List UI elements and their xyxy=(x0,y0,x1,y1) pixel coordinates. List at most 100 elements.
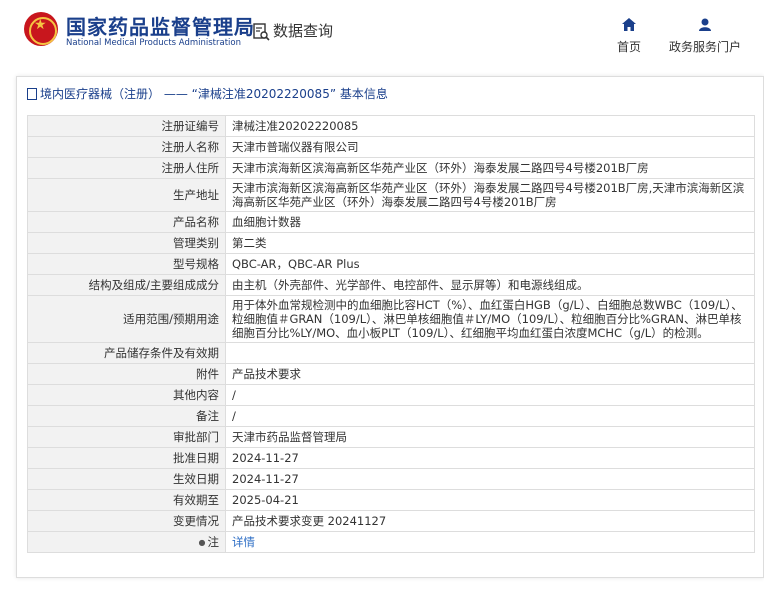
field-value: 由主机（外壳部件、光学部件、电控部件、显示屏等）和电源线组成。 xyxy=(225,274,755,296)
field-value: 用于体外血常规检测中的血细胞比容HCT（%）、血红蛋白HGB（g/L）、白细胞总… xyxy=(225,295,755,343)
field-value: 2024-11-27 xyxy=(225,468,755,490)
field-value-text: 产品技术要求变更 20241127 xyxy=(232,514,387,528)
field-label: 结构及组成/主要组成成分 xyxy=(27,274,226,296)
site-title-en: National Medical Products Administration xyxy=(66,38,241,48)
field-label-text: 产品储存条件及有效期 xyxy=(104,346,219,360)
field-value: 天津市滨海新区滨海高新区华苑产业区（环外）海泰发展二路四号4号楼201B厂房,天… xyxy=(225,178,755,212)
nav-service-label: 政务服务门户 xyxy=(668,40,741,54)
field-label-text: 变更情况 xyxy=(173,514,219,528)
table-row: 注册人名称 天津市普瑞仪器有限公司 xyxy=(27,136,755,158)
field-value-text: QBC-AR，QBC-AR Plus xyxy=(232,257,360,271)
data-query-label: 数据查询 xyxy=(273,22,334,40)
field-value: QBC-AR，QBC-AR Plus xyxy=(225,253,755,275)
nav-home-label: 首页 xyxy=(616,40,641,54)
field-value-text: 产品技术要求 xyxy=(232,367,301,381)
table-row: 变更情况 产品技术要求变更 20241127 xyxy=(27,510,755,532)
field-label: 型号规格 xyxy=(27,253,226,275)
field-label-text: 型号规格 xyxy=(173,257,219,271)
table-row: 批准日期 2024-11-27 xyxy=(27,447,755,469)
table-row: 管理类别 第二类 xyxy=(27,232,755,254)
field-value-text: / xyxy=(232,409,236,423)
field-value: 津械注准20202220085 xyxy=(225,115,755,137)
table-row: 产品储存条件及有效期 xyxy=(27,342,755,364)
field-label-text: 审批部门 xyxy=(173,430,219,444)
field-label: 产品名称 xyxy=(27,211,226,233)
field-label-text: 生效日期 xyxy=(173,472,219,486)
field-value-text: 第二类 xyxy=(232,236,267,250)
field-label-text: 批准日期 xyxy=(173,451,219,465)
field-label-text: 其他内容 xyxy=(173,388,219,402)
field-label-text: 注 xyxy=(207,534,220,549)
field-value: 2024-11-27 xyxy=(225,447,755,469)
table-row: 型号规格 QBC-AR，QBC-AR Plus xyxy=(27,253,755,275)
field-label: 注册人住所 xyxy=(27,157,226,179)
field-label-text: 附件 xyxy=(196,367,219,381)
field-value: 天津市滨海新区滨海高新区华苑产业区（环外）海泰发展二路四号4号楼201B厂房 xyxy=(225,157,755,179)
user-icon xyxy=(699,18,711,31)
table-row: 注册人住所 天津市滨海新区滨海高新区华苑产业区（环外）海泰发展二路四号4号楼201… xyxy=(27,157,755,179)
field-label-text: 备注 xyxy=(196,409,219,423)
field-label-text: 注册人名称 xyxy=(161,140,220,154)
table-row: 其他内容 / xyxy=(27,384,755,406)
field-label: ● 注 xyxy=(27,531,226,553)
site-title: 国家药品监督管理局 xyxy=(66,15,255,39)
field-label-text: 产品名称 xyxy=(173,215,219,229)
table-row: 注册证编号 津械注准20202220085 xyxy=(27,115,755,137)
field-label-text: 结构及组成/主要组成成分 xyxy=(88,278,219,292)
field-label: 生效日期 xyxy=(27,468,226,490)
field-label: 适用范围/预期用途 xyxy=(27,295,226,343)
details-link[interactable]: 详情 xyxy=(232,535,255,549)
nav-home[interactable]: 首页 xyxy=(616,16,642,55)
breadcrumb: 境内医疗器械（注册） —— “津械注准20202220085” 基本信息 xyxy=(27,85,388,102)
emblem-logo xyxy=(24,12,58,46)
field-value-text: 天津市滨海新区滨海高新区华苑产业区（环外）海泰发展二路四号4号楼201B厂房 xyxy=(232,161,649,175)
table-row: 生产地址 天津市滨海新区滨海高新区华苑产业区（环外）海泰发展二路四号4号楼201B… xyxy=(27,178,755,212)
search-document-icon xyxy=(253,22,270,41)
field-label-text: 注册证编号 xyxy=(161,119,220,133)
field-value-text: 用于体外血常规检测中的血细胞比容HCT（%）、血红蛋白HGB（g/L）、白细胞总… xyxy=(232,298,743,340)
field-value-text: / xyxy=(232,388,236,402)
field-label: 注册证编号 xyxy=(27,115,226,137)
table-row: 附件 产品技术要求 xyxy=(27,363,755,385)
field-value: / xyxy=(225,384,755,406)
table-row: 适用范围/预期用途 用于体外血常规检测中的血细胞比容HCT（%）、血红蛋白HGB（… xyxy=(27,295,755,343)
data-query-link[interactable]: 数据查询 xyxy=(252,20,333,41)
field-value-text: 2024-11-27 xyxy=(232,472,299,486)
table-row: 结构及组成/主要组成成分 由主机（外壳部件、光学部件、电控部件、显示屏等）和电源线… xyxy=(27,274,755,296)
field-label: 变更情况 xyxy=(27,510,226,532)
field-value-text: 2025-04-21 xyxy=(232,493,299,507)
field-value: 天津市普瑞仪器有限公司 xyxy=(225,136,755,158)
field-value: 产品技术要求 xyxy=(225,363,755,385)
field-value-text: 津械注准20202220085 xyxy=(232,119,359,133)
nav-service-portal[interactable]: 政务服务门户 xyxy=(668,16,742,55)
field-value[interactable]: 详情 xyxy=(225,531,755,553)
field-label: 附件 xyxy=(27,363,226,385)
field-label: 产品储存条件及有效期 xyxy=(27,342,226,364)
field-value: 血细胞计数器 xyxy=(225,211,755,233)
field-label: 批准日期 xyxy=(27,447,226,469)
table-row: 产品名称 血细胞计数器 xyxy=(27,211,755,233)
field-value: 产品技术要求变更 20241127 xyxy=(225,510,755,532)
field-label: 生产地址 xyxy=(27,178,226,212)
field-value: 第二类 xyxy=(225,232,755,254)
home-icon xyxy=(622,18,636,31)
field-value-text: 天津市滨海新区滨海高新区华苑产业区（环外）海泰发展二路四号4号楼201B厂房,天… xyxy=(232,181,745,209)
field-label-text: 适用范围/预期用途 xyxy=(123,312,219,326)
table-row: 有效期至 2025-04-21 xyxy=(27,489,755,511)
field-label: 管理类别 xyxy=(27,232,226,254)
field-value: 2025-04-21 xyxy=(225,489,755,511)
field-label-text: 注册人住所 xyxy=(161,161,220,175)
table-row: 备注 / xyxy=(27,405,755,427)
field-value-text: 天津市药品监督管理局 xyxy=(232,430,347,444)
field-label: 注册人名称 xyxy=(27,136,226,158)
site-header: 国家药品监督管理局 National Medical Products Admi… xyxy=(0,0,764,66)
field-value-text: 由主机（外壳部件、光学部件、电控部件、显示屏等）和电源线组成。 xyxy=(232,278,589,292)
table-row: 审批部门 天津市药品监督管理局 xyxy=(27,426,755,448)
field-label-text: 管理类别 xyxy=(173,236,219,250)
field-value-text: 2024-11-27 xyxy=(232,451,299,465)
field-value xyxy=(225,342,755,364)
detail-panel: 境内医疗器械（注册） —— “津械注准20202220085” 基本信息 注册证… xyxy=(16,76,764,578)
document-icon xyxy=(27,88,37,100)
field-label-text: 生产地址 xyxy=(173,188,219,202)
table-row: 生效日期 2024-11-27 xyxy=(27,468,755,490)
